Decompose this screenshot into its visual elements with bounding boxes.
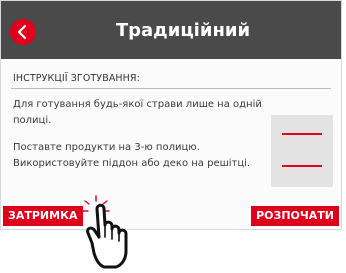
- oven-screen: Традиційний ІНСТРУКЦІЇ ЗГОТУВАННЯ: Для г…: [0, 0, 342, 230]
- delay-button[interactable]: ЗАТРИМКА: [3, 206, 83, 226]
- oven-shelf-icon: [271, 115, 333, 187]
- shelf-line: [282, 165, 322, 167]
- instruction-paragraph-2: Поставте продукти на 3-ю полицю. Викорис…: [13, 142, 251, 169]
- page-title: Традиційний: [115, 20, 251, 41]
- hand-pointer-icon: [82, 195, 128, 269]
- header-bar: Традиційний: [1, 1, 341, 59]
- instruction-paragraph-1: Для готування будь-якої страви лише на о…: [13, 99, 262, 126]
- instructions-heading: ІНСТРУКЦІЇ ЗГОТУВАННЯ:: [13, 73, 140, 84]
- shelf-line: [282, 133, 322, 135]
- start-button[interactable]: РОЗПОЧАТИ: [251, 206, 339, 226]
- divider: [11, 88, 331, 89]
